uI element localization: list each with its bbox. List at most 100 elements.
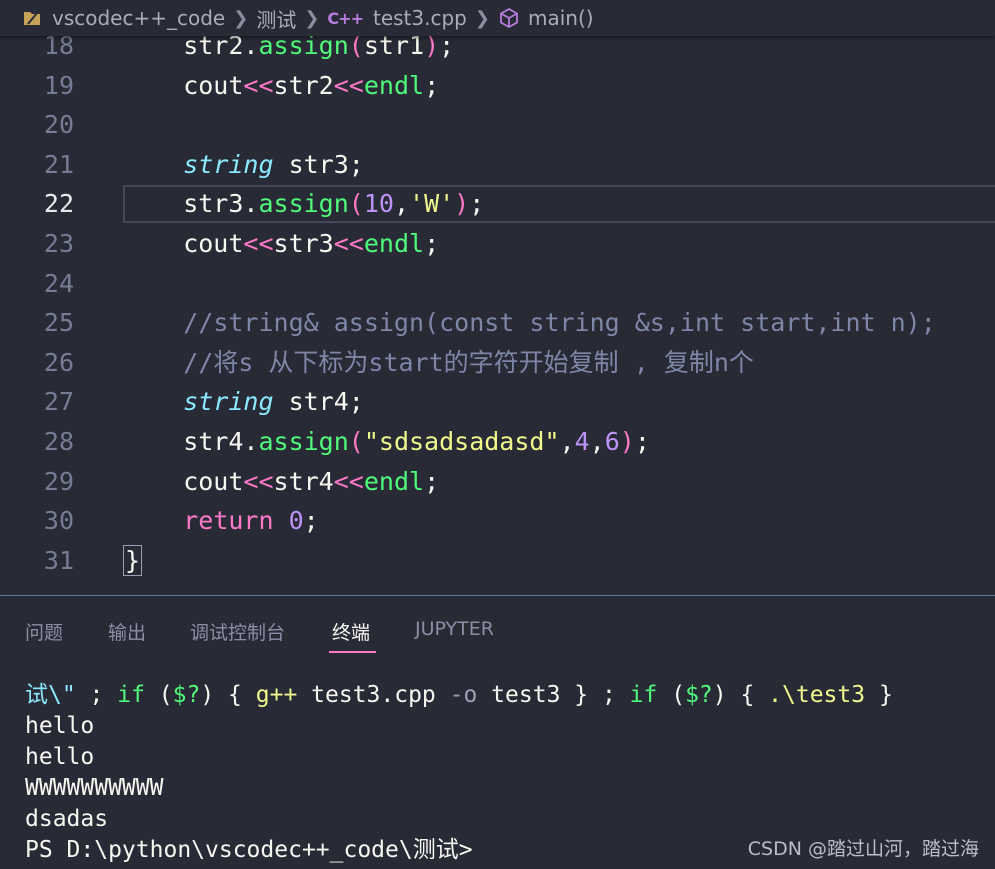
panel-tabs: 问题 输出 调试控制台 终端 JUPYTER xyxy=(0,596,995,658)
code-line[interactable]: 28 str4.assign("sdsadsadasd",4,6); xyxy=(0,422,995,462)
code-token: str4. xyxy=(123,427,259,456)
line-number: 22 xyxy=(43,189,74,219)
terminal-token: } xyxy=(865,682,893,708)
terminal-token: $? xyxy=(685,682,713,708)
line-number: 27 xyxy=(43,387,74,417)
code-token: 6 xyxy=(604,427,620,456)
code-line[interactable]: 21 string str3; xyxy=(0,145,995,185)
terminal-token: PS D:\python\vscodec++_code\测试> xyxy=(25,837,473,863)
code-text: string str3; xyxy=(123,145,364,185)
code-line[interactable]: 19 cout<<str2<<endl; xyxy=(0,66,995,106)
chevron-right-icon: ❯ xyxy=(233,7,249,29)
tab-jupyter[interactable]: JUPYTER xyxy=(415,618,494,640)
terminal-token: if xyxy=(629,682,658,708)
terminal-token: ) { xyxy=(712,682,769,708)
code-token: str3 xyxy=(273,229,334,258)
code-token: endl xyxy=(363,466,425,496)
tab-debug-console[interactable]: 调试控制台 xyxy=(190,618,285,645)
folder-icon xyxy=(24,12,40,25)
code-token: } xyxy=(123,544,143,576)
terminal-token: ; xyxy=(75,682,118,708)
code-token: endl xyxy=(363,70,425,100)
code-token: str3; xyxy=(273,149,364,179)
code-token: , xyxy=(589,427,605,456)
code-token: , xyxy=(559,427,575,456)
code-line[interactable]: 29 cout<<str4<<endl; xyxy=(0,462,995,502)
terminal-line: hello xyxy=(25,742,985,773)
terminal-token: ) { xyxy=(200,682,256,708)
method-cube-icon xyxy=(500,7,518,29)
terminal-token: test3 } ; xyxy=(477,682,630,708)
terminal-token: 试\" xyxy=(25,682,76,708)
tab-output[interactable]: 输出 xyxy=(108,618,146,645)
terminal-line: WWWWWWWWWW xyxy=(25,773,985,804)
line-number: 28 xyxy=(43,427,74,456)
code-token: str3. xyxy=(123,189,259,219)
terminal-token: -o xyxy=(449,682,478,708)
breadcrumb-symbol[interactable]: main() xyxy=(498,6,594,30)
code-text: str4.assign("sdsadsadasd",4,6); xyxy=(123,422,650,462)
code-line[interactable]: 26 //将s 从下标为start的字符开始复制 , 复制n个 xyxy=(0,343,995,383)
line-number: 23 xyxy=(43,229,74,258)
code-token: ; xyxy=(424,70,440,100)
terminal-token: WWWWWWWWWW xyxy=(25,775,164,801)
line-number: 19 xyxy=(43,70,74,100)
terminal-token: g++ xyxy=(255,682,298,708)
breadcrumb-symbol-label: main() xyxy=(527,6,594,30)
code-line[interactable]: 24 xyxy=(0,264,995,304)
code-token: 4 xyxy=(574,427,590,456)
code-text: cout<<str3<<endl; xyxy=(123,224,439,264)
code-line[interactable]: 30 return 0; xyxy=(0,501,995,541)
terminal-line: 试\" ; if ($?) { g++ test3.cpp -o test3 }… xyxy=(25,680,985,711)
code-token: cout xyxy=(123,70,244,100)
code-token: cout xyxy=(123,466,244,496)
tab-terminal[interactable]: 终端 xyxy=(332,618,370,645)
line-number: 31 xyxy=(43,545,74,575)
terminal-token: ( xyxy=(144,682,173,708)
breadcrumb-file-label: test3.cpp xyxy=(372,6,467,30)
breadcrumb-folder[interactable]: vscodec++_code xyxy=(22,6,225,30)
breadcrumb: vscodec++_code ❯ 测试 ❯ C++ test3.cpp ❯ ma… xyxy=(0,0,995,36)
code-line[interactable]: 25 //string& assign(const string &s,int … xyxy=(0,303,995,343)
tab-problems[interactable]: 问题 xyxy=(25,618,63,645)
terminal-token: hello xyxy=(25,744,95,770)
code-token: ; xyxy=(424,229,440,258)
code-token: //string& assign(const string &s,int sta… xyxy=(183,308,936,338)
terminal-line: dsadas xyxy=(25,804,985,835)
code-token: << xyxy=(333,229,364,258)
bottom-panel: 问题 输出 调试控制台 终端 JUPYTER 试\" ; if ($?) { g… xyxy=(0,595,995,869)
code-token: return xyxy=(183,506,274,536)
code-token: string xyxy=(183,149,274,179)
code-token: assign xyxy=(258,427,349,456)
breadcrumb-file[interactable]: C++ test3.cpp xyxy=(327,6,466,30)
code-token: str2 xyxy=(273,70,334,100)
terminal-token: dsadas xyxy=(25,806,109,832)
code-line[interactable]: 31} xyxy=(0,541,995,581)
breadcrumb-subfolder-label: 测试 xyxy=(256,7,297,32)
code-editor[interactable]: 18 str2.assign(str1); 19 cout<<str2<<endl… xyxy=(0,26,995,588)
code-text: cout<<str2<<endl; xyxy=(123,66,439,106)
code-text: return 0; xyxy=(123,501,319,541)
code-line[interactable]: 20 xyxy=(0,105,995,145)
code-token: ) xyxy=(454,189,470,219)
code-text: str3.assign(10,'W'); xyxy=(123,184,484,224)
line-number: 26 xyxy=(43,347,74,377)
code-line[interactable]: 23 cout<<str3<<endl; xyxy=(0,224,995,264)
code-line[interactable]: 27 string str4; xyxy=(0,382,995,422)
code-token: str4; xyxy=(273,387,364,417)
code-text: string str4; xyxy=(123,382,364,422)
code-line[interactable]: 22 str3.assign(10,'W'); xyxy=(0,184,995,224)
cpp-file-icon: C++ xyxy=(327,8,364,28)
code-token: //将s 从下标为start的字符开始复制 , 复制n个 xyxy=(183,347,754,377)
code-token: 0 xyxy=(288,506,304,536)
active-tab-indicator xyxy=(329,651,376,653)
line-number: 29 xyxy=(43,466,74,496)
line-number: 30 xyxy=(43,506,74,536)
breadcrumb-subfolder[interactable]: 测试 xyxy=(256,4,296,33)
chevron-right-icon: ❯ xyxy=(304,7,320,29)
